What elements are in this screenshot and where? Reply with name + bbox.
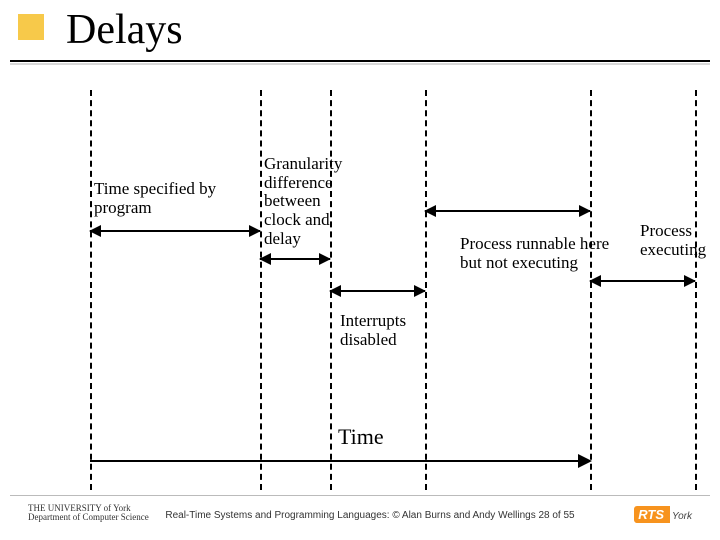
timeline-boundary-1	[260, 90, 262, 490]
footer-university-line2: Department of Computer Science	[28, 513, 149, 522]
timeline-boundary-0	[90, 90, 92, 490]
footer-divider	[10, 495, 710, 496]
label-time-axis: Time	[338, 425, 384, 449]
title-underline	[10, 60, 710, 62]
delay-timeline-diagram: Time specified by program Granularity di…	[0, 80, 720, 500]
label-granularity: Granularity difference between clock and…	[264, 155, 354, 248]
label-executing: Process executing	[640, 222, 720, 259]
arrow-granularity	[260, 258, 330, 260]
title-accent	[18, 14, 44, 40]
title-underline-shadow	[10, 63, 710, 65]
footer-university: THE UNIVERSITY of York Department of Com…	[28, 504, 149, 523]
arrow-runnable	[425, 210, 590, 212]
rts-york: York	[672, 511, 692, 522]
arrow-interrupts	[330, 290, 425, 292]
arrow-executing	[590, 280, 695, 282]
rts-badge: RTS	[634, 506, 670, 523]
timeline-boundary-4	[590, 90, 592, 490]
arrow-time-specified	[90, 230, 260, 232]
footer-course: Real-Time Systems and Programming Langua…	[150, 510, 590, 521]
label-time-specified: Time specified by program	[94, 180, 244, 217]
footer-rts-logo: RTSYork	[634, 506, 692, 523]
footer: THE UNIVERSITY of York Department of Com…	[0, 500, 720, 536]
timeline-boundary-5	[695, 90, 697, 490]
arrow-time-axis	[90, 460, 590, 462]
label-runnable: Process runnable here but not executing	[460, 235, 610, 272]
page-title: Delays	[66, 6, 183, 54]
label-interrupts: Interrupts disabled	[340, 312, 420, 349]
